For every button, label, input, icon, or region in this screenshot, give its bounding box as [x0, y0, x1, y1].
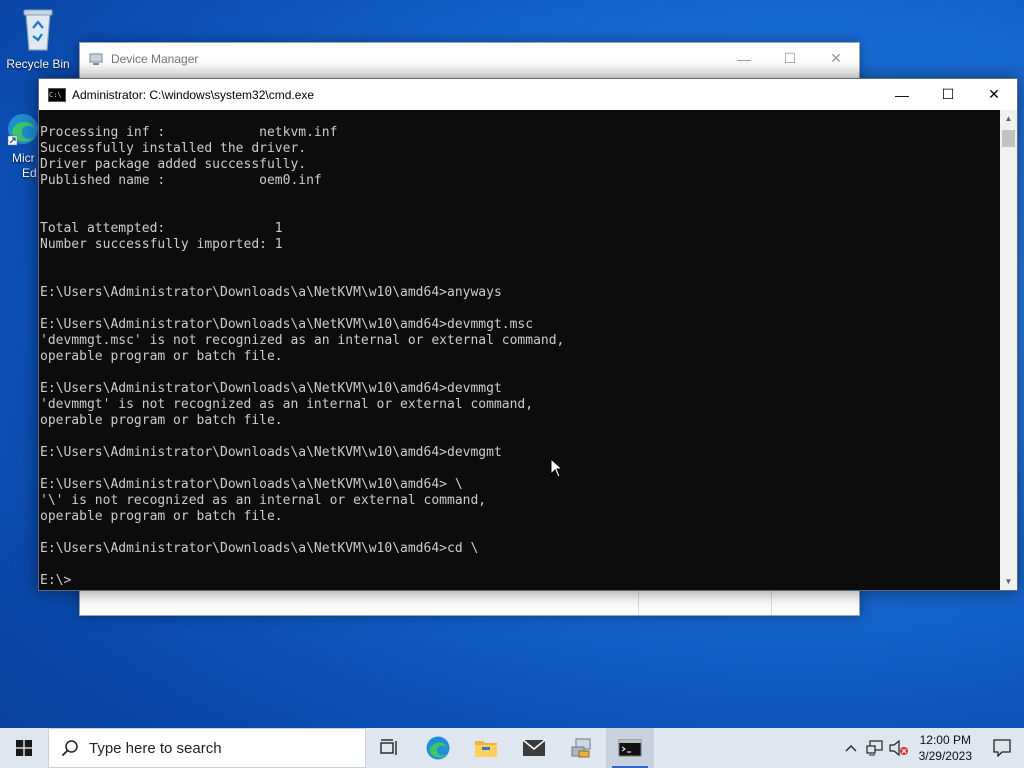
- show-hidden-icons-button[interactable]: [839, 728, 863, 768]
- folder-icon: [475, 741, 497, 757]
- cmd-titlebar[interactable]: C:\ Administrator: C:\windows\system32\c…: [39, 79, 1017, 110]
- edge-icon: [426, 736, 450, 760]
- taskbar: Type here to search 12:00 PM 3/29/2023: [0, 728, 1024, 768]
- cmd-scrollbar[interactable]: ▲ ▼: [1000, 110, 1017, 590]
- task-view-button[interactable]: [366, 728, 414, 768]
- console-line: '\' is not recognized as an internal or …: [40, 493, 487, 508]
- network-icon: [866, 740, 883, 756]
- windows-logo-icon: [16, 740, 32, 756]
- status-separator: [638, 591, 639, 615]
- taskbar-file-explorer-button[interactable]: [462, 728, 510, 768]
- console-line: E:\Users\Administrator\Downloads\a\NetKV…: [40, 285, 502, 300]
- console-line: E:\Users\Administrator\Downloads\a\NetKV…: [40, 317, 534, 332]
- console-line: Total attempted: 1: [40, 221, 283, 236]
- notification-center-button[interactable]: [980, 728, 1024, 768]
- recycle-bin-icon: [0, 6, 76, 55]
- console-line: operable program or batch file.: [40, 509, 283, 524]
- scroll-down-arrow-icon[interactable]: ▼: [1000, 573, 1017, 590]
- scroll-thumb[interactable]: [1002, 130, 1015, 147]
- clock[interactable]: 12:00 PM 3/29/2023: [911, 732, 980, 764]
- console-line: E:\>: [40, 573, 72, 588]
- search-placeholder: Type here to search: [89, 739, 222, 757]
- start-button[interactable]: [0, 728, 48, 768]
- console-line: E:\Users\Administrator\Downloads\a\NetKV…: [40, 541, 479, 556]
- scroll-up-arrow-icon[interactable]: ▲: [1000, 110, 1017, 127]
- device-manager-title: Device Manager: [111, 51, 199, 66]
- console-line: Number successfully imported: 1: [40, 237, 283, 252]
- mail-icon: [522, 739, 546, 756]
- cmd-title: Administrator: C:\windows\system32\cmd.e…: [72, 87, 315, 102]
- console-line: E:\Users\Administrator\Downloads\a\NetKV…: [40, 477, 463, 492]
- console-line: Processing inf : netkvm.inf: [40, 125, 338, 140]
- device-manager-icon: [89, 53, 103, 65]
- cmd-icon: C:\: [48, 87, 66, 102]
- edge-icon: [6, 112, 40, 149]
- console-line: Published name : oem0.inf: [40, 173, 322, 188]
- console-line: E:\Users\Administrator\Downloads\a\NetKV…: [40, 381, 502, 396]
- mouse-pointer-icon: [550, 458, 564, 478]
- taskbar-edge-button[interactable]: [414, 728, 462, 768]
- console-line: Successfully installed the driver.: [40, 141, 307, 156]
- device-manager-close-button[interactable]: ✕: [813, 43, 859, 74]
- device-manager-statusbar: [80, 590, 859, 615]
- taskbar-device-manager-button[interactable]: [558, 728, 606, 768]
- recycle-bin-shortcut[interactable]: Recycle Bin: [0, 6, 76, 71]
- console-line: 'devmmgt.msc' is not recognized as an in…: [40, 333, 565, 348]
- volume-button[interactable]: [887, 728, 911, 768]
- edge-label-line1: Micr: [12, 151, 35, 165]
- console-line: E:\Users\Administrator\Downloads\a\NetKV…: [40, 445, 502, 460]
- console-line: Driver package added successfully.: [40, 157, 307, 172]
- system-tray: 12:00 PM 3/29/2023: [839, 728, 1024, 768]
- recycle-bin-label: Recycle Bin: [6, 57, 70, 71]
- console-line: operable program or batch file.: [40, 349, 283, 364]
- command-prompt-icon: [618, 739, 642, 757]
- console-line: 'devmmgt' is not recognized as an intern…: [40, 397, 534, 412]
- device-manager-maximize-button[interactable]: ☐: [767, 43, 813, 74]
- cmd-close-button[interactable]: ✕: [971, 79, 1017, 110]
- chevron-up-icon: [845, 745, 857, 752]
- clock-time: 12:00 PM: [919, 733, 971, 747]
- cmd-window[interactable]: C:\ Administrator: C:\windows\system32\c…: [38, 78, 1018, 591]
- cmd-minimize-button[interactable]: —: [879, 79, 925, 110]
- task-view-icon: [380, 739, 397, 755]
- device-manager-titlebar[interactable]: Device Manager — ☐ ✕: [80, 43, 859, 74]
- taskbar-mail-button[interactable]: [510, 728, 558, 768]
- edge-label-line2: Ed: [22, 166, 37, 180]
- console-line: operable program or batch file.: [40, 413, 283, 428]
- taskbar-search-box[interactable]: Type here to search: [48, 728, 366, 768]
- cmd-maximize-button[interactable]: ☐: [925, 79, 971, 110]
- notification-icon: [993, 739, 1011, 757]
- network-button[interactable]: [863, 728, 887, 768]
- clock-date: 3/29/2023: [918, 749, 972, 763]
- device-manager-minimize-button[interactable]: —: [721, 43, 767, 74]
- status-separator: [771, 591, 772, 615]
- device-manager-icon: [571, 738, 591, 758]
- taskbar-cmd-button[interactable]: [606, 728, 654, 768]
- search-icon: [61, 740, 78, 757]
- edge-shortcut[interactable]: Micr Ed: [0, 112, 40, 181]
- console-output[interactable]: Processing inf : netkvm.inf Successfully …: [39, 110, 1000, 590]
- volume-muted-icon: [889, 740, 908, 756]
